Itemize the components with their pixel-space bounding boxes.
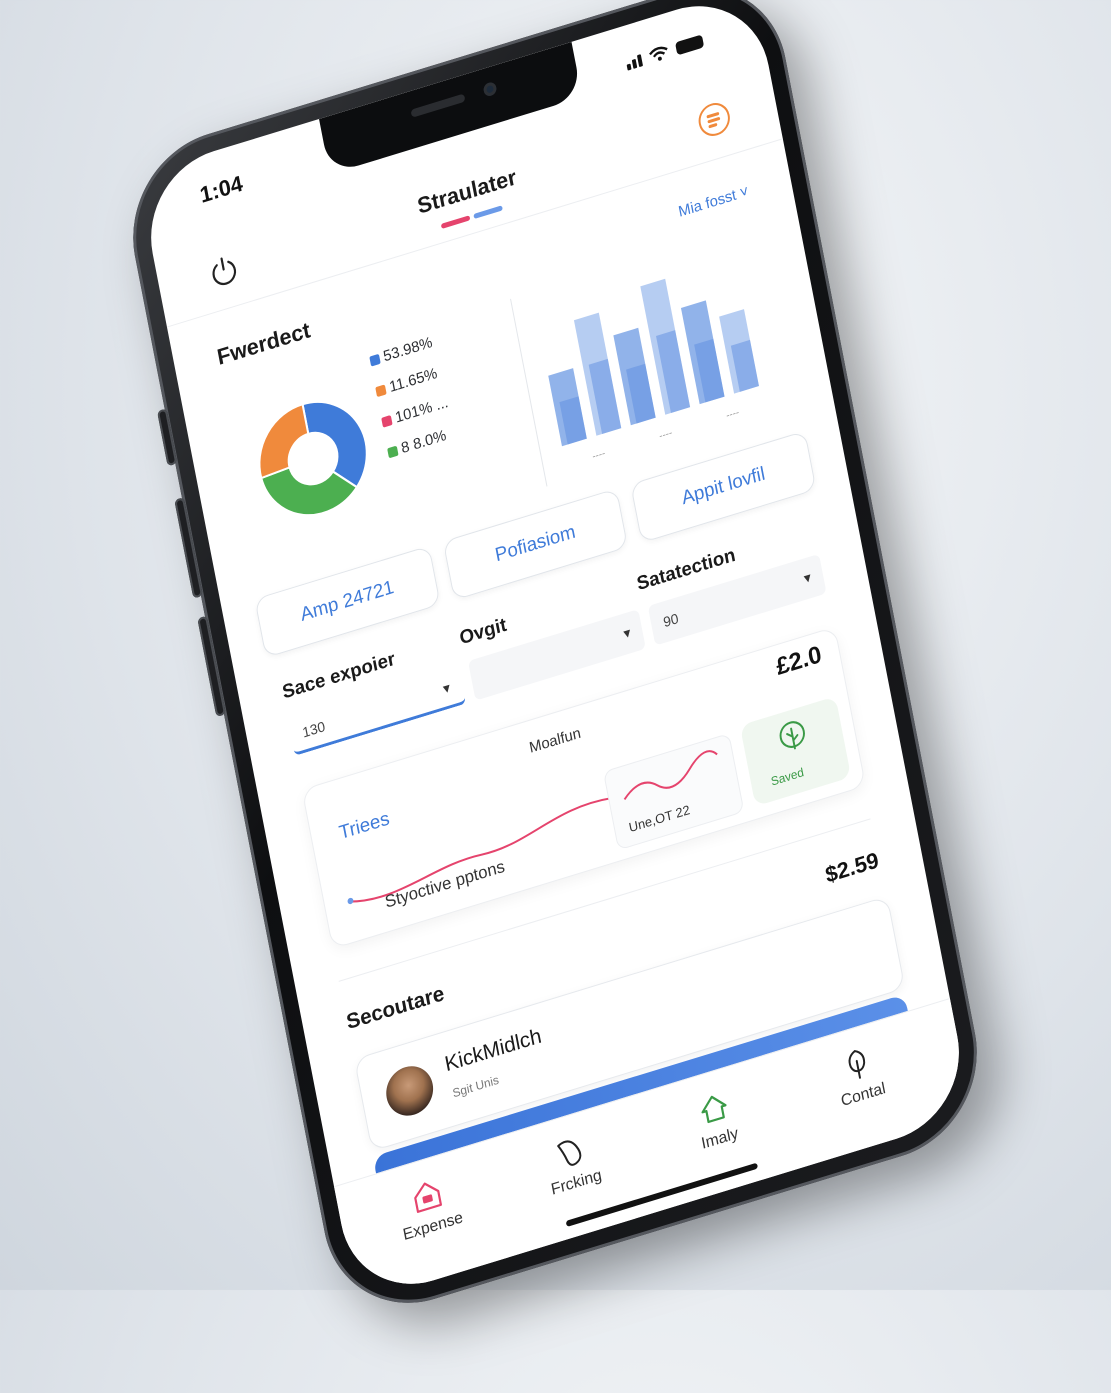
status-time: 1:04 <box>197 170 245 208</box>
bar-axis-label: ---- <box>591 448 606 463</box>
summary-title: Secoutare <box>344 981 447 1035</box>
tab-imaly[interactable]: Imaly <box>653 1073 779 1165</box>
legend-item: 11.65% <box>374 363 443 400</box>
bar-chart: ---- ---- ---- <box>548 278 759 463</box>
mini-sparkline <box>623 750 718 800</box>
legend-swatch <box>369 353 381 367</box>
legend-item: 101% ... <box>380 393 450 431</box>
bar-axis-label: ---- <box>725 407 740 422</box>
earpiece-speaker <box>410 93 466 118</box>
legend-label: 101% ... <box>393 393 450 427</box>
donut-chart <box>258 400 368 517</box>
chevron-down-icon: ˅ <box>738 182 751 203</box>
phone-frame: 1:04 Straulater Fwerdect Mia fosst ˅ 53.… <box>116 0 994 1327</box>
sparkline-start-point <box>347 897 354 905</box>
leaf-icon <box>779 721 805 750</box>
status-indicators <box>625 33 705 71</box>
form-field-value: 90 <box>661 609 680 631</box>
saved-status-card[interactable]: Saved <box>739 696 852 807</box>
tab-contal[interactable]: Contal <box>797 1030 923 1122</box>
donut-segment-orange <box>258 403 310 480</box>
legend-item: 8 8.0% <box>386 424 455 461</box>
leaf-outline-icon <box>557 1140 582 1166</box>
form-field-value: 130 <box>301 717 327 741</box>
caret-down-icon: ▼ <box>620 624 635 643</box>
accent-segment-blue <box>473 205 503 220</box>
tab-expense[interactable]: Expense <box>366 1161 492 1253</box>
legend-swatch <box>375 383 387 397</box>
trend-amount: £2.0 <box>773 640 824 682</box>
summary-amount: $2.59 <box>823 846 881 888</box>
saved-label: Saved <box>769 764 805 789</box>
person-subtitle: Sgit Unis <box>451 1072 500 1101</box>
tab-imaly-label: Imaly <box>699 1124 740 1153</box>
tab-expense-label: Expense <box>401 1209 465 1245</box>
avatar <box>382 1060 438 1122</box>
mini-stat-card[interactable]: Une,OT 22 <box>602 732 745 851</box>
tab-frcking[interactable]: Frcking <box>510 1117 636 1209</box>
legend-label: 8 8.0% <box>399 426 448 458</box>
legend-item: 53.98% <box>369 333 438 370</box>
phone-screen: 1:04 Straulater Fwerdect Mia fosst ˅ 53.… <box>137 0 973 1304</box>
cellular-signal-icon <box>625 54 644 71</box>
caret-down-icon: ▼ <box>800 569 815 587</box>
battery-icon <box>674 34 705 56</box>
front-camera <box>482 80 498 98</box>
legend-swatch <box>387 445 399 458</box>
person-name: KickMidlch <box>442 1024 544 1077</box>
silent-switch <box>156 408 178 467</box>
accent-segment-pink <box>440 215 471 229</box>
bar-axis-label: ---- <box>658 428 673 443</box>
volume-down-button <box>197 615 227 718</box>
wifi-icon <box>649 46 668 61</box>
trend-title: Triees <box>337 808 392 845</box>
volume-up-button <box>174 497 203 599</box>
legend-swatch <box>381 414 393 428</box>
caret-down-icon: ▼ <box>439 679 454 698</box>
tree-icon <box>848 1050 866 1079</box>
house-icon <box>701 1095 727 1124</box>
legend-label: 11.65% <box>387 364 439 397</box>
home-receipt-icon <box>414 1182 442 1213</box>
trend-modifier: Moalfun <box>527 724 583 757</box>
legend-label: 53.98% <box>381 333 434 366</box>
